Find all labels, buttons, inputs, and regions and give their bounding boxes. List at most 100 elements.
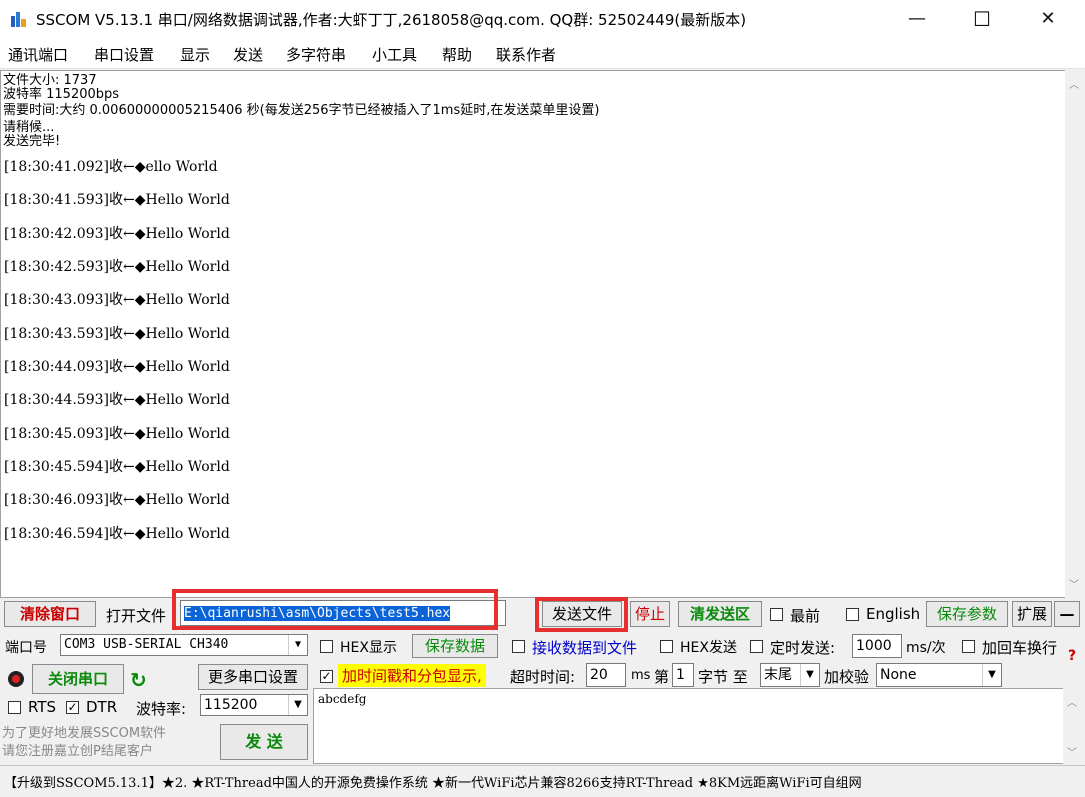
- end-value: 末尾: [764, 667, 792, 683]
- menu-serial-settings[interactable]: 串口设置: [94, 44, 154, 65]
- timed-send-checkbox[interactable]: [750, 640, 763, 653]
- english-label: English: [866, 605, 921, 623]
- rx-line: [18:30:46.594]收←◆Hello World: [4, 526, 230, 542]
- hex-display-label: HEX显示: [340, 640, 397, 656]
- refresh-icon[interactable]: ↻: [130, 668, 147, 692]
- save-params-button[interactable]: 保存参数: [926, 601, 1008, 627]
- rx-line: [18:30:41.092]收←◆ello World: [4, 159, 218, 175]
- promo-line-2: 请您注册嘉立创P结尾客户: [2, 744, 153, 759]
- title-bar: SSCOM V5.13.1 串口/网络数据调试器,作者:大虾丁丁,2618058…: [0, 0, 1085, 38]
- scroll-down-icon[interactable]: ﹀: [1066, 744, 1078, 759]
- interval-unit: ms/次: [906, 640, 946, 656]
- nth-label: 第: [654, 668, 670, 686]
- rx-line: [18:30:43.593]收←◆Hello World: [4, 326, 230, 342]
- interval-input[interactable]: 1000: [852, 634, 902, 658]
- menu-comm-port[interactable]: 通讯端口: [8, 44, 68, 65]
- open-file-button[interactable]: 打开文件: [106, 605, 166, 626]
- menu-bar: 通讯端口 串口设置 显示 发送 多字符串 小工具 帮助 联系作者: [0, 38, 1085, 69]
- app-icon: [11, 12, 26, 27]
- english-checkbox[interactable]: [846, 608, 859, 621]
- window-title: SSCOM V5.13.1 串口/网络数据调试器,作者:大虾丁丁,2618058…: [36, 11, 747, 29]
- chevron-down-icon: ▼: [288, 695, 307, 715]
- rx-line: [18:30:42.593]收←◆Hello World: [4, 259, 230, 275]
- status-text[interactable]: 【升级到SSCOM5.13.1】★2. ★RT-Thread中国人的开源免费操作…: [4, 772, 862, 791]
- hex-display-checkbox[interactable]: [320, 640, 333, 653]
- timeout-input[interactable]: 20: [586, 663, 626, 687]
- more-settings-button[interactable]: 更多串口设置: [198, 664, 308, 690]
- byte-to-label: 字节 至: [698, 668, 748, 686]
- topmost-label: 最前: [790, 607, 821, 625]
- baud-value: 115200: [204, 697, 258, 713]
- menu-tools[interactable]: 小工具: [372, 44, 417, 65]
- send-text-area[interactable]: abcdefg: [313, 688, 1065, 764]
- collapse-button[interactable]: —: [1054, 601, 1080, 627]
- rts-label: RTS: [28, 698, 57, 716]
- save-data-button[interactable]: 保存数据: [412, 634, 498, 658]
- expand-button[interactable]: 扩展: [1012, 601, 1052, 627]
- chevron-down-icon: ▼: [982, 664, 1001, 686]
- scroll-up-icon[interactable]: ︿: [1066, 694, 1078, 709]
- minimize-button[interactable]: —: [885, 0, 949, 38]
- close-port-button[interactable]: 关闭串口: [32, 664, 124, 694]
- info-done: 发送完毕!: [3, 134, 61, 149]
- rx-line: [18:30:45.093]收←◆Hello World: [4, 426, 230, 442]
- close-button[interactable]: ✕: [1016, 0, 1080, 38]
- rx-line: [18:30:43.093]收←◆Hello World: [4, 292, 230, 308]
- send-file-button[interactable]: 发送文件: [542, 601, 622, 627]
- baud-select[interactable]: 115200 ▼: [200, 694, 308, 716]
- checksum-value: None: [880, 667, 917, 683]
- scroll-down-icon[interactable]: ﹀: [1068, 576, 1080, 591]
- send-text: abcdefg: [318, 692, 367, 706]
- clear-window-button[interactable]: 清除窗口: [4, 601, 96, 627]
- maximize-button[interactable]: ☐: [950, 0, 1014, 38]
- info-file-size: 文件大小: 1737: [3, 73, 97, 88]
- menu-contact-author[interactable]: 联系作者: [496, 44, 556, 65]
- rx-line: [18:30:42.093]收←◆Hello World: [4, 226, 230, 242]
- port-select[interactable]: COM3 USB-SERIAL CH340 ▼: [60, 634, 308, 656]
- menu-send[interactable]: 发送: [233, 44, 263, 65]
- port-label: 端口号: [5, 640, 47, 656]
- send-button[interactable]: 发 送: [220, 724, 308, 760]
- dtr-checkbox[interactable]: ✓: [66, 701, 79, 714]
- add-crlf-checkbox[interactable]: [962, 640, 975, 653]
- timestamp-checkbox[interactable]: ✓: [320, 670, 333, 683]
- info-wait: 请稍候...: [3, 120, 55, 135]
- rts-checkbox[interactable]: [8, 701, 21, 714]
- rx-line: [18:30:41.593]收←◆Hello World: [4, 192, 230, 208]
- receive-scrollbar[interactable]: ︿ ﹀: [1065, 70, 1083, 598]
- receive-text-area[interactable]: 文件大小: 1737 波特率 115200bps 需要时间:大约 0.00600…: [0, 70, 1066, 598]
- promo-line-1: 为了更好地发展SSCOM软件: [2, 726, 167, 741]
- add-crlf-label: 加回车换行: [982, 639, 1058, 657]
- status-bar: 【升级到SSCOM5.13.1】★2. ★RT-Thread中国人的开源免费操作…: [0, 765, 1085, 797]
- checksum-select[interactable]: None ▼: [876, 663, 1002, 687]
- info-baud: 波特率 115200bps: [3, 87, 120, 102]
- clear-send-button[interactable]: 清发送区: [678, 601, 762, 627]
- send-scrollbar[interactable]: ︿ ﹀: [1063, 688, 1081, 764]
- checksum-label: 加校验: [824, 668, 870, 686]
- info-time: 需要时间:大约 0.00600000005215406 秒(每发送256字节已经…: [3, 103, 600, 118]
- timeout-label: 超时时间:: [510, 668, 576, 686]
- file-path-text: E:\qianrushi\asm\Objects\test5.hex: [184, 606, 451, 621]
- baud-label: 波特率:: [136, 700, 187, 718]
- help-icon[interactable]: ?: [1068, 648, 1076, 664]
- port-value: COM3 USB-SERIAL CH340: [64, 637, 229, 652]
- stop-button[interactable]: 停止: [630, 601, 670, 627]
- rx-line: [18:30:45.594]收←◆Hello World: [4, 459, 230, 475]
- file-path-input[interactable]: E:\qianrushi\asm\Objects\test5.hex: [180, 600, 506, 626]
- menu-help[interactable]: 帮助: [442, 44, 472, 65]
- chevron-down-icon: ▼: [288, 635, 307, 655]
- dtr-label: DTR: [86, 698, 118, 716]
- recv-to-file-label: 接收数据到文件: [532, 639, 638, 657]
- recv-to-file-checkbox[interactable]: [512, 640, 525, 653]
- timed-send-label: 定时发送:: [770, 639, 836, 657]
- timestamp-label: 加时间戳和分包显示,: [338, 664, 486, 687]
- scroll-up-icon[interactable]: ︿: [1068, 76, 1080, 91]
- menu-multi-string[interactable]: 多字符串: [286, 44, 346, 65]
- hex-send-checkbox[interactable]: [660, 640, 673, 653]
- port-status-icon: [8, 671, 24, 687]
- nth-input[interactable]: 1: [672, 663, 694, 687]
- rx-line: [18:30:46.093]收←◆Hello World: [4, 492, 230, 508]
- topmost-checkbox[interactable]: [770, 608, 783, 621]
- menu-display[interactable]: 显示: [180, 44, 210, 65]
- end-select[interactable]: 末尾 ▼: [760, 663, 820, 687]
